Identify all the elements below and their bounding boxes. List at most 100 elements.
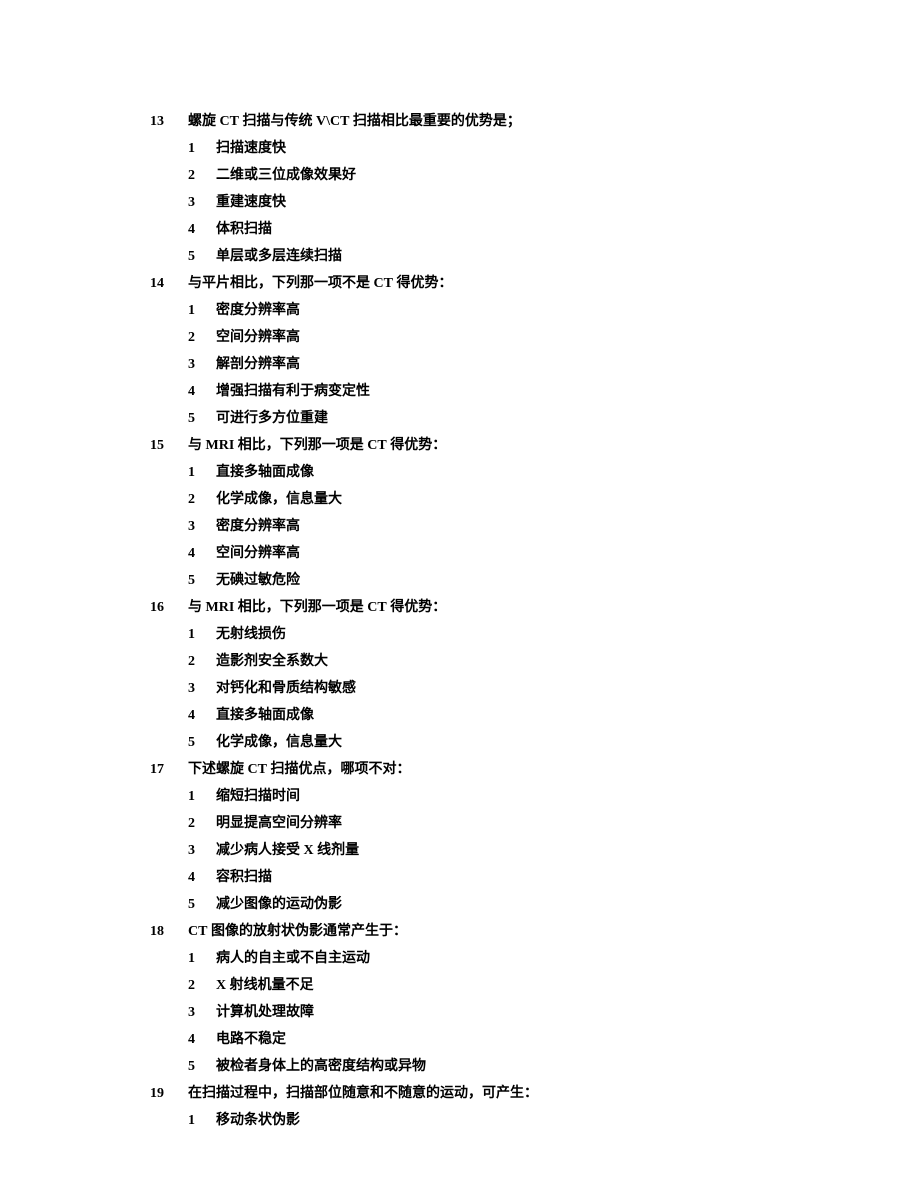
option-number: 1 [188, 466, 216, 480]
option-5: 5单层或多层连续扫描 [150, 250, 920, 264]
option-text: 减少图像的运动伪影 [216, 898, 342, 912]
question-18: 18CT 图像的放射状伪影通常产生于： 1病人的自主或不自主运动 2X 射线机量不足… [150, 925, 920, 1074]
question-number: 14 [150, 277, 188, 291]
option-number: 1 [188, 790, 216, 804]
option-4: 4电路不稳定 [150, 1033, 920, 1047]
question-text: CT 图像的放射状伪影通常产生于： [188, 925, 407, 939]
option-number: 2 [188, 331, 216, 345]
question-header: 14与平片相比，下列那一项不是 CT 得优势： [150, 277, 920, 291]
question-text: 在扫描过程中，扫描部位随意和不随意的运动，可产生： [188, 1087, 538, 1101]
option-text: 单层或多层连续扫描 [216, 250, 342, 264]
option-number: 5 [188, 412, 216, 426]
question-16: 16与 MRI 相比，下列那一项是 CT 得优势： 1无射线损伤 2造影剂安全系数大… [150, 601, 920, 750]
question-14: 14与平片相比，下列那一项不是 CT 得优势： 1密度分辨率高 2空间分辨率高 3解剖… [150, 277, 920, 426]
option-4: 4增强扫描有利于病变定性 [150, 385, 920, 399]
question-header: 15与 MRI 相比，下列那一项是 CT 得优势： [150, 439, 920, 453]
option-1: 1缩短扫描时间 [150, 790, 920, 804]
option-4: 4空间分辨率高 [150, 547, 920, 561]
option-5: 5无碘过敏危险 [150, 574, 920, 588]
option-3: 3对钙化和骨质结构敏感 [150, 682, 920, 696]
question-header: 13螺旋 CT 扫描与传统 V\CT 扫描相比最重要的优势是； [150, 115, 920, 129]
option-text: 容积扫描 [216, 871, 272, 885]
question-text: 下述螺旋 CT 扫描优点，哪项不对： [188, 763, 410, 777]
option-number: 1 [188, 142, 216, 156]
question-header: 18CT 图像的放射状伪影通常产生于： [150, 925, 920, 939]
question-number: 13 [150, 115, 188, 129]
option-text: 化学成像，信息量大 [216, 493, 342, 507]
option-5: 5减少图像的运动伪影 [150, 898, 920, 912]
question-13: 13螺旋 CT 扫描与传统 V\CT 扫描相比最重要的优势是；1扫描速度快2二维… [150, 115, 920, 264]
option-1: 1扫描速度快 [150, 142, 920, 156]
option-5: 5可进行多方位重建 [150, 412, 920, 426]
option-number: 4 [188, 223, 216, 237]
option-text: 化学成像，信息量大 [216, 736, 342, 750]
option-text: 重建速度快 [216, 196, 286, 210]
option-text: X 射线机量不足 [216, 979, 314, 993]
option-text: 密度分辨率高 [216, 304, 300, 318]
option-text: 可进行多方位重建 [216, 412, 328, 426]
option-number: 4 [188, 547, 216, 561]
option-text: 解剖分辨率高 [216, 358, 300, 372]
option-number: 5 [188, 1060, 216, 1074]
option-4: 4体积扫描 [150, 223, 920, 237]
option-1: 1直接多轴面成像 [150, 466, 920, 480]
option-2: 2造影剂安全系数大 [150, 655, 920, 669]
option-text: 增强扫描有利于病变定性 [216, 385, 370, 399]
question-number: 19 [150, 1087, 188, 1101]
option-3: 3密度分辨率高 [150, 520, 920, 534]
option-text: 缩短扫描时间 [216, 790, 300, 804]
option-number: 1 [188, 1114, 216, 1128]
option-4: 4容积扫描 [150, 871, 920, 885]
option-text: 密度分辨率高 [216, 520, 300, 534]
question-17: 17下述螺旋 CT 扫描优点，哪项不对：1缩短扫描时间2明显提高空间分辨率3减少… [150, 763, 920, 912]
option-number: 5 [188, 898, 216, 912]
option-number: 2 [188, 493, 216, 507]
option-2: 2二维或三位成像效果好 [150, 169, 920, 183]
option-text: 计算机处理故障 [216, 1006, 314, 1020]
option-text: 对钙化和骨质结构敏感 [216, 682, 356, 696]
option-text: 病人的自主或不自主运动 [216, 952, 370, 966]
option-number: 4 [188, 871, 216, 885]
question-number: 18 [150, 925, 188, 939]
option-3: 3重建速度快 [150, 196, 920, 210]
option-1: 1病人的自主或不自主运动 [150, 952, 920, 966]
question-text: 与平片相比，下列那一项不是 CT 得优势： [188, 277, 452, 291]
option-text: 减少病人接受 X 线剂量 [216, 844, 359, 858]
option-3: 3解剖分辨率高 [150, 358, 920, 372]
option-text: 被检者身体上的高密度结构或异物 [216, 1060, 426, 1074]
option-number: 5 [188, 736, 216, 750]
option-number: 1 [188, 304, 216, 318]
option-number: 4 [188, 1033, 216, 1047]
option-number: 3 [188, 520, 216, 534]
option-text: 空间分辨率高 [216, 547, 300, 561]
question-header: 16与 MRI 相比，下列那一项是 CT 得优势： [150, 601, 920, 615]
question-text: 与 MRI 相比，下列那一项是 CT 得优势： [188, 601, 446, 615]
option-number: 5 [188, 574, 216, 588]
option-text: 直接多轴面成像 [216, 709, 314, 723]
question-number: 15 [150, 439, 188, 453]
option-number: 3 [188, 1006, 216, 1020]
option-2: 2空间分辨率高 [150, 331, 920, 345]
option-3: 3计算机处理故障 [150, 1006, 920, 1020]
option-number: 1 [188, 628, 216, 642]
option-3: 3减少病人接受 X 线剂量 [150, 844, 920, 858]
option-5: 5被检者身体上的高密度结构或异物 [150, 1060, 920, 1074]
option-5: 5化学成像，信息量大 [150, 736, 920, 750]
option-number: 2 [188, 817, 216, 831]
option-1: 1无射线损伤 [150, 628, 920, 642]
document-content: 13螺旋 CT 扫描与传统 V\CT 扫描相比最重要的优势是；1扫描速度快2二维… [150, 115, 920, 1128]
option-number: 4 [188, 709, 216, 723]
question-text: 螺旋 CT 扫描与传统 V\CT 扫描相比最重要的优势是； [188, 115, 521, 129]
option-number: 1 [188, 952, 216, 966]
question-number: 16 [150, 601, 188, 615]
option-text: 电路不稳定 [216, 1033, 286, 1047]
option-text: 二维或三位成像效果好 [216, 169, 356, 183]
option-text: 扫描速度快 [216, 142, 286, 156]
option-number: 2 [188, 169, 216, 183]
question-19: 19在扫描过程中，扫描部位随意和不随意的运动，可产生：1移动条状伪影 [150, 1087, 920, 1128]
option-text: 明显提高空间分辨率 [216, 817, 342, 831]
option-number: 3 [188, 196, 216, 210]
option-1: 1密度分辨率高 [150, 304, 920, 318]
option-2: 2X 射线机量不足 [150, 979, 920, 993]
option-number: 3 [188, 682, 216, 696]
